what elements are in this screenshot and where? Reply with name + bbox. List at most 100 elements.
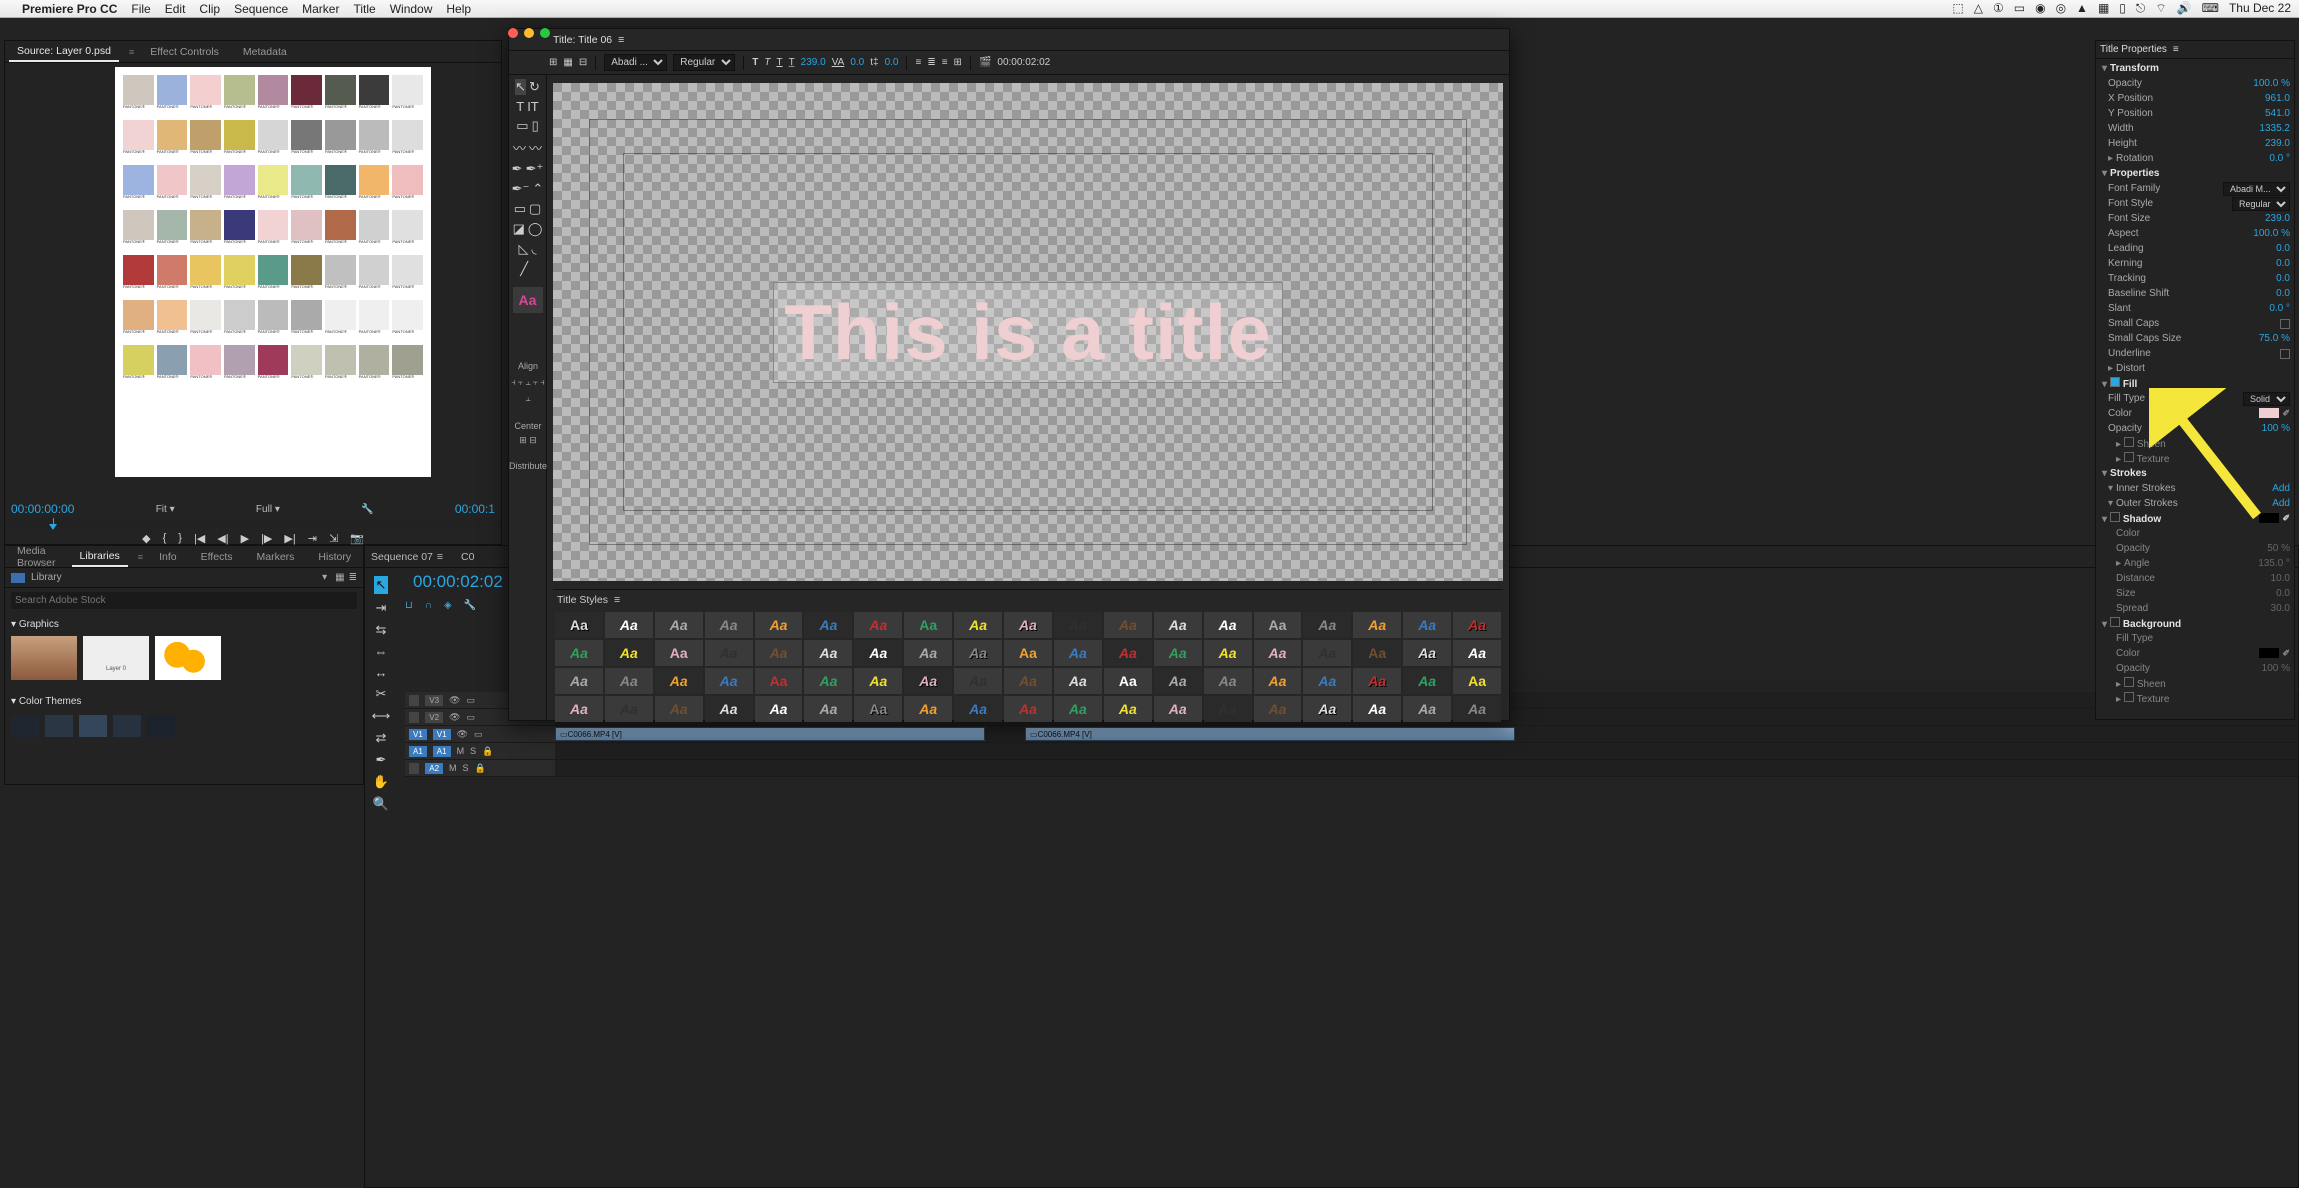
prop-font-size[interactable]: 239.0 <box>2265 213 2290 224</box>
export-frame-icon[interactable]: 📷 <box>350 532 364 545</box>
effect-controls-tab[interactable]: Effect Controls <box>142 43 227 61</box>
title-style-swatch[interactable]: Aa <box>1154 640 1202 666</box>
eyedropper-icon[interactable]: ✐ <box>2282 648 2290 658</box>
title-style-swatch[interactable]: Aa <box>1204 696 1252 722</box>
kerning-value[interactable]: 0.0 <box>850 57 864 68</box>
prop-slant[interactable]: 0.0 ° <box>2269 303 2290 314</box>
media-browser-tab[interactable]: Media Browser <box>9 542 64 572</box>
align-right-icon[interactable]: ≡ <box>942 57 948 68</box>
ripple-tool-icon[interactable]: ⇆ <box>376 622 387 638</box>
title-style-swatch[interactable]: Aa <box>1353 612 1401 638</box>
title-style-swatch[interactable]: Aa <box>1054 696 1102 722</box>
title-style-swatch[interactable]: Aa <box>1254 696 1302 722</box>
current-style-thumb[interactable]: Aa <box>513 287 543 313</box>
align-l-icon[interactable]: ⫞ <box>511 375 516 389</box>
title-style-swatch[interactable]: Aa <box>1054 668 1102 694</box>
panel-menu-icon[interactable]: ≡ <box>2173 44 2179 55</box>
app-name[interactable]: Premiere Pro CC <box>22 2 117 16</box>
prop-fill-opacity[interactable]: 100 % <box>2262 423 2290 434</box>
title-style-swatch[interactable]: Aa <box>954 640 1002 666</box>
eyedropper-icon[interactable]: ✐ <box>2282 408 2290 418</box>
title-style-swatch[interactable]: Aa <box>705 640 753 666</box>
source-resolution-menu[interactable]: Full ▾ <box>256 504 280 515</box>
title-style-swatch[interactable]: Aa <box>804 640 852 666</box>
info-tab[interactable]: Info <box>151 548 185 566</box>
title-styles-tab[interactable]: Title Styles <box>557 594 608 606</box>
mark-in-icon[interactable]: { <box>163 532 167 545</box>
title-type-icon[interactable]: ⊞ <box>549 57 557 68</box>
library-dropdown-icon[interactable]: ▾ <box>322 572 327 583</box>
overwrite-icon[interactable]: ⇲ <box>329 532 338 545</box>
bg-texture-check[interactable] <box>2124 692 2134 702</box>
prop-y[interactable]: 541.0 <box>2265 108 2290 119</box>
play-icon[interactable]: ▶ <box>241 532 249 545</box>
wifi-icon[interactable]: ⌔ <box>2155 1 2166 16</box>
source-timecode-right[interactable]: 00:00:1 <box>455 502 495 516</box>
templates-icon[interactable]: ▦ <box>563 57 572 68</box>
title-style-swatch[interactable]: Aa <box>1453 612 1501 638</box>
graphics-section-header[interactable]: ▾ Graphics <box>11 617 357 632</box>
add-marker-icon[interactable]: ◆ <box>142 532 150 545</box>
bt-icon[interactable]: ⎋ <box>2136 1 2146 16</box>
sheen-check[interactable] <box>2124 437 2134 447</box>
source-tab[interactable]: Source: Layer 0.psd <box>9 42 119 62</box>
step-fwd-icon[interactable]: |▶ <box>261 532 272 545</box>
settings-icon[interactable]: 🔧 <box>464 600 476 611</box>
title-style-swatch[interactable]: Aa <box>605 696 653 722</box>
title-style-swatch[interactable]: Aa <box>705 668 753 694</box>
panel-menu-icon[interactable]: ≡ <box>614 594 620 606</box>
mark-out-icon[interactable]: } <box>178 532 182 545</box>
title-style-swatch[interactable]: Aa <box>1154 696 1202 722</box>
title-style-swatch[interactable]: Aa <box>854 640 902 666</box>
selection-tool-icon[interactable]: ↖ <box>515 79 526 95</box>
prop-leading[interactable]: 0.0 <box>2276 243 2290 254</box>
prop-height[interactable]: 239.0 <box>2265 138 2290 149</box>
title-style-swatch[interactable]: Aa <box>1254 640 1302 666</box>
title-style-swatch[interactable]: Aa <box>1054 612 1102 638</box>
title-style-swatch[interactable]: Aa <box>904 668 952 694</box>
title-style-swatch[interactable]: Aa <box>705 696 753 722</box>
center-h-icon[interactable]: ⊞ <box>519 435 527 445</box>
prop-opacity[interactable]: 100.0 % <box>2253 78 2290 89</box>
prop-tracking[interactable]: 0.0 <box>2276 273 2290 284</box>
background-check[interactable] <box>2110 617 2120 627</box>
title-style-swatch[interactable]: Aa <box>605 612 653 638</box>
vpath-type-tool-icon[interactable]: 〰 <box>529 138 542 157</box>
font-style-select[interactable]: Regular <box>673 54 735 71</box>
rectangle-tool-icon[interactable]: ▭ <box>514 201 526 217</box>
video-clip[interactable]: ▭ C0066.MP4 [V] <box>555 727 985 741</box>
clipped-rect-tool-icon[interactable]: ◪ <box>513 221 525 237</box>
align-b-icon[interactable]: ⫠ <box>525 391 530 405</box>
path-type-tool-icon[interactable]: 〰 <box>513 138 526 157</box>
slip-tool-icon[interactable]: ⟷ <box>372 708 391 724</box>
video-clip[interactable]: ▭ C0066.MP4 [V] <box>1025 727 1515 741</box>
shadow-color[interactable] <box>2259 513 2279 523</box>
library-search-input[interactable] <box>11 592 357 609</box>
colorthemes-section-header[interactable]: ▾ Color Themes <box>11 694 357 709</box>
title-style-swatch[interactable]: Aa <box>904 612 952 638</box>
color-theme-sw[interactable] <box>147 715 175 737</box>
history-tab[interactable]: History <box>310 548 359 566</box>
fill-enable-check[interactable] <box>2110 377 2120 387</box>
sequence-tab-2[interactable]: C0 <box>461 551 474 563</box>
add-inner-stroke[interactable]: Add <box>2272 483 2290 494</box>
prop-fill-color[interactable] <box>2259 408 2279 418</box>
linked-selection-icon[interactable]: ∩ <box>425 600 432 611</box>
date-icon[interactable]: ▦ <box>2098 1 2109 16</box>
align-left-icon[interactable]: ≡ <box>915 57 921 68</box>
volume-icon[interactable]: 🔊 <box>2177 1 2192 16</box>
title-style-swatch[interactable]: Aa <box>555 640 603 666</box>
add-outer-stroke[interactable]: Add <box>2272 498 2290 509</box>
prop-width[interactable]: 1335.2 <box>2259 123 2290 134</box>
title-style-swatch[interactable]: Aa <box>755 668 803 694</box>
title-style-swatch[interactable]: Aa <box>1104 696 1152 722</box>
italic-icon[interactable]: T <box>764 57 770 68</box>
prop-font-family[interactable]: Abadi M... <box>2223 182 2290 196</box>
align-m-icon[interactable]: ⫞ <box>540 375 545 389</box>
menu-marker[interactable]: Marker <box>302 2 339 16</box>
align-r-icon[interactable]: ⫠ <box>525 375 530 389</box>
color-theme-sw[interactable] <box>79 715 107 737</box>
color-theme-sw[interactable] <box>113 715 141 737</box>
panel-menu-icon[interactable]: ≡ <box>618 34 624 46</box>
rotate-tool-icon[interactable]: ↻ <box>529 79 540 95</box>
